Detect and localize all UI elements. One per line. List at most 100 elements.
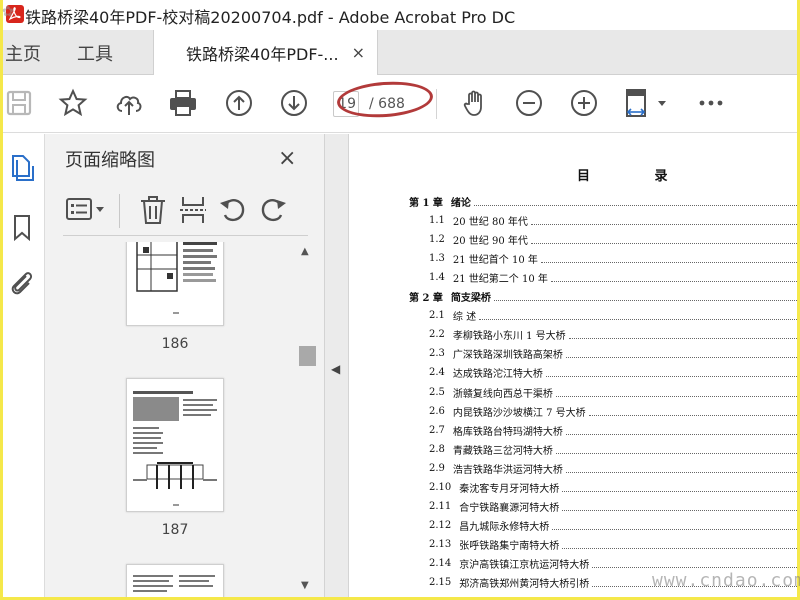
toc-entry-title: 绪论 bbox=[450, 198, 471, 209]
toc-entry-number: 2.7 bbox=[429, 424, 445, 436]
toc-entry-title: 昌九城际永修特大桥 bbox=[459, 521, 550, 533]
collapse-panel-handle[interactable]: ◀ bbox=[325, 134, 349, 597]
bookmarks-icon[interactable] bbox=[7, 212, 37, 242]
toc-entry-number: 2.4 bbox=[429, 367, 445, 379]
rotate-left-icon[interactable] bbox=[217, 194, 249, 226]
split-page-icon[interactable] bbox=[177, 194, 209, 226]
scroll-down-arrow-icon[interactable]: ▼ bbox=[301, 580, 309, 591]
toc-entry-title: 格库铁路台特玛湖特大桥 bbox=[452, 426, 563, 438]
tab-document[interactable]: 铁路桥梁40年PDF-... × bbox=[153, 30, 378, 76]
toc-section-row[interactable]: 1.1 20 世纪 80 年代 bbox=[429, 211, 797, 230]
toc-section-row[interactable]: 2.1 综 述 bbox=[429, 306, 797, 325]
toolbar-divider bbox=[436, 89, 437, 119]
toc-entry-number: 1.1 bbox=[429, 215, 445, 227]
toc-leader-dots bbox=[545, 376, 797, 378]
toc-entry-number: 2.13 bbox=[429, 538, 452, 550]
toc-leader-dots bbox=[568, 338, 797, 340]
toc-entry-number: 2.10 bbox=[429, 481, 452, 493]
close-tab-icon[interactable]: × bbox=[352, 43, 365, 62]
toc-section-row[interactable]: 2.9 浩吉铁路华洪运河特大桥 bbox=[429, 459, 797, 478]
previous-page-icon[interactable] bbox=[223, 87, 255, 119]
toc-section-row[interactable]: 2.3 广深铁路深圳铁路高架桥 bbox=[429, 344, 797, 363]
fit-page-width-icon[interactable] bbox=[623, 87, 669, 119]
toc-entry-title: 达成铁路沱江特大桥 bbox=[452, 369, 543, 381]
toc-leader-dots bbox=[552, 528, 797, 530]
toc-entry-title: 京沪高铁镇江京杭运河特大桥 bbox=[459, 559, 590, 571]
thumbnail-options-menu-icon[interactable] bbox=[65, 194, 107, 226]
scroll-up-arrow-icon[interactable]: ▲ bbox=[301, 246, 309, 257]
toc-entry-number: 2.3 bbox=[429, 348, 445, 360]
navigation-rail bbox=[3, 134, 45, 597]
toc-entry-number: 2.8 bbox=[429, 443, 445, 455]
more-options-icon[interactable] bbox=[695, 87, 727, 119]
thumbnail-toolbar bbox=[63, 186, 308, 236]
toc-section-row[interactable]: 1.4 21 世纪第二个 10 年 bbox=[429, 268, 797, 287]
thumbnail-toolbar-divider bbox=[119, 194, 120, 228]
toc-leader-dots bbox=[562, 490, 797, 492]
toc-chapter-row[interactable]: 第 2 章简支梁桥 bbox=[409, 287, 797, 306]
toc-leader-dots bbox=[565, 471, 797, 473]
delete-page-icon[interactable] bbox=[137, 194, 169, 226]
page-thumbnail[interactable] bbox=[126, 378, 224, 512]
close-panel-icon[interactable]: × bbox=[278, 146, 296, 171]
toc-entry-title: 张呼铁路集宁南特大桥 bbox=[459, 540, 560, 552]
zoom-out-icon[interactable] bbox=[513, 87, 545, 119]
toc-section-row[interactable]: 2.5 浙赣复线向西总干渠桥 bbox=[429, 383, 797, 402]
scrollbar-thumb[interactable] bbox=[299, 346, 316, 366]
toc-entry-title: 浩吉铁路华洪运河特大桥 bbox=[452, 464, 563, 476]
page-thumbnail[interactable] bbox=[126, 564, 224, 597]
hand-tool-icon[interactable] bbox=[459, 87, 491, 119]
attachments-icon[interactable] bbox=[7, 268, 37, 298]
window-title: 铁路桥梁40年PDF-校对稿20200704.pdf - Adobe Acrob… bbox=[25, 8, 516, 27]
page-thumbnail[interactable] bbox=[126, 242, 224, 326]
toc-leader-dots bbox=[473, 205, 797, 206]
toc-entry-number: 2.11 bbox=[429, 500, 452, 512]
print-icon[interactable] bbox=[167, 87, 199, 119]
thumbnail-list: 186 187 bbox=[45, 242, 295, 597]
tab-bar: 主页 工具 铁路桥梁40年PDF-... × bbox=[3, 30, 797, 76]
toc-leader-dots bbox=[592, 566, 797, 568]
rotate-right-icon[interactable] bbox=[257, 194, 289, 226]
toc-section-row[interactable]: 2.6 内昆铁路沙沙坡横江 7 号大桥 bbox=[429, 402, 797, 421]
page-thumbnails-icon[interactable] bbox=[7, 152, 37, 182]
next-page-icon[interactable] bbox=[278, 87, 310, 119]
toc-section-row[interactable]: 2.10 秦沈客专月牙河特大桥 bbox=[429, 478, 797, 497]
toc-section-row[interactable]: 2.12 昌九城际永修特大桥 bbox=[429, 516, 797, 535]
toc-section-row[interactable]: 2.7 格库铁路台特玛湖特大桥 bbox=[429, 421, 797, 440]
toc-leader-dots bbox=[530, 224, 797, 226]
toc-entry-title: 青藏铁路三岔河特大桥 bbox=[452, 445, 553, 457]
thumbnail-page-content bbox=[133, 391, 217, 506]
panel-title: 页面缩略图 bbox=[65, 150, 155, 171]
main-toolbar: 19 / 688 bbox=[3, 75, 797, 133]
toc-entry-number: 2.12 bbox=[429, 519, 452, 531]
thumbnail-page-number: 187 bbox=[161, 522, 189, 538]
toc-section-row[interactable]: 1.3 21 世纪首个 10 年 bbox=[429, 249, 797, 268]
toc-section-row[interactable]: 2.4 达成铁路沱江特大桥 bbox=[429, 363, 797, 382]
toc-leader-dots bbox=[550, 281, 797, 283]
tab-home[interactable]: 主页 bbox=[5, 30, 41, 75]
zoom-in-icon[interactable] bbox=[568, 87, 600, 119]
toc-section-row[interactable]: 2.13 张呼铁路集宁南特大桥 bbox=[429, 535, 797, 554]
thumbnail-scrollbar[interactable]: ▲ ▼ bbox=[297, 242, 317, 597]
toc-leader-dots bbox=[555, 452, 797, 454]
toc-entry-title: 20 世纪 90 年代 bbox=[452, 236, 528, 248]
toc-section-row[interactable]: 2.11 合宁铁路襄源河特大桥 bbox=[429, 497, 797, 516]
toc-section-row[interactable]: 2.2 孝柳铁路小东川 1 号大桥 bbox=[429, 325, 797, 344]
toc-chapter-row[interactable]: 第 1 章绪论 bbox=[409, 192, 797, 211]
toc-entry-number: 2.9 bbox=[429, 462, 445, 474]
toc-leader-dots bbox=[555, 395, 797, 397]
thumbnail-page-number: 186 bbox=[161, 336, 189, 352]
tab-tools[interactable]: 工具 bbox=[77, 30, 113, 75]
toc-section-row[interactable]: 1.2 20 世纪 90 年代 bbox=[429, 230, 797, 249]
toc-entry-number: 第 2 章 bbox=[409, 293, 443, 305]
save-icon[interactable] bbox=[3, 87, 35, 119]
toc-section-row[interactable]: 2.8 青藏铁路三岔河特大桥 bbox=[429, 440, 797, 459]
upload-cloud-icon[interactable] bbox=[113, 87, 145, 119]
toc-leader-dots bbox=[493, 300, 797, 302]
toc-leader-dots bbox=[540, 262, 797, 264]
bookmark-star-icon[interactable] bbox=[57, 87, 89, 119]
toc-entry-title: 孝柳铁路小东川 1 号大桥 bbox=[452, 331, 566, 343]
document-view: 目 录 第 1 章绪论 1.1 20 世纪 80 年代 1.2 20 世纪 90 年代 1… bbox=[349, 134, 797, 597]
collapse-left-arrow-icon[interactable]: ◀ bbox=[331, 362, 340, 376]
toc-entry-number: 2.14 bbox=[429, 557, 452, 569]
